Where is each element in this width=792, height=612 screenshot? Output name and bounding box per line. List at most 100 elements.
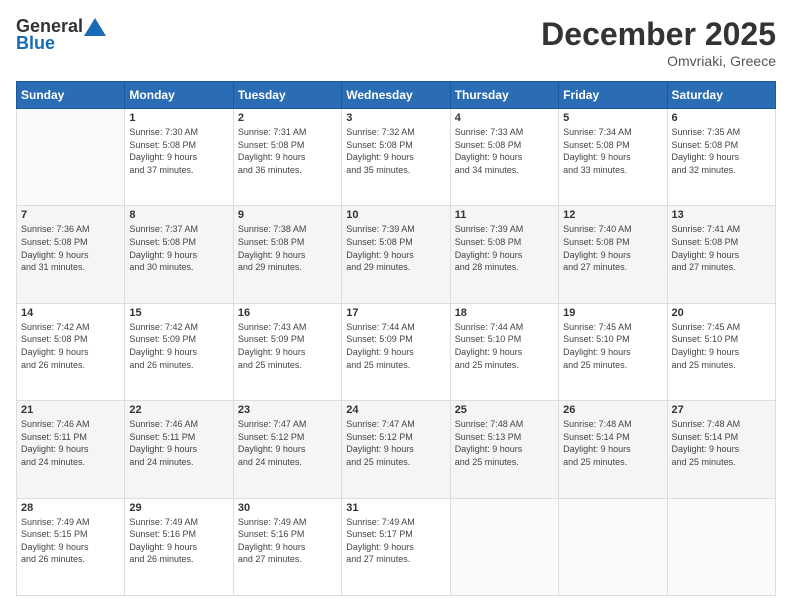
calendar-cell: 24 Sunrise: 7:47 AM Sunset: 5:12 PM Dayli… [342, 401, 450, 498]
day-info: Sunrise: 7:48 AM Sunset: 5:14 PM Dayligh… [672, 418, 771, 468]
day-info: Sunrise: 7:30 AM Sunset: 5:08 PM Dayligh… [129, 126, 228, 176]
day-info: Sunrise: 7:49 AM Sunset: 5:16 PM Dayligh… [238, 516, 337, 566]
calendar-header-row: SundayMondayTuesdayWednesdayThursdayFrid… [17, 82, 776, 109]
day-info: Sunrise: 7:45 AM Sunset: 5:10 PM Dayligh… [672, 321, 771, 371]
day-number: 25 [455, 404, 554, 416]
calendar-cell [559, 498, 667, 595]
calendar-cell: 31 Sunrise: 7:49 AM Sunset: 5:17 PM Dayli… [342, 498, 450, 595]
day-number: 27 [672, 404, 771, 416]
logo: General Blue [16, 16, 107, 54]
day-number: 7 [21, 209, 120, 221]
calendar-cell: 17 Sunrise: 7:44 AM Sunset: 5:09 PM Dayli… [342, 303, 450, 400]
calendar-week-row: 7 Sunrise: 7:36 AM Sunset: 5:08 PM Daylig… [17, 206, 776, 303]
calendar-week-row: 1 Sunrise: 7:30 AM Sunset: 5:08 PM Daylig… [17, 109, 776, 206]
day-number: 28 [21, 502, 120, 514]
calendar-day-header: Tuesday [233, 82, 341, 109]
calendar-week-row: 28Sunrise: 7:49 AM Sunset: 5:15 PM Dayli… [17, 498, 776, 595]
day-number: 31 [346, 502, 445, 514]
calendar-cell: 4 Sunrise: 7:33 AM Sunset: 5:08 PM Daylig… [450, 109, 558, 206]
day-info: Sunrise: 7:48 AM Sunset: 5:13 PM Dayligh… [455, 418, 554, 468]
calendar-cell [667, 498, 775, 595]
calendar-day-header: Thursday [450, 82, 558, 109]
day-number: 18 [455, 307, 554, 319]
day-number: 11 [455, 209, 554, 221]
logo-blue: Blue [16, 33, 55, 54]
calendar-cell: 23Sunrise: 7:47 AM Sunset: 5:12 PM Dayli… [233, 401, 341, 498]
day-info: Sunrise: 7:39 AM Sunset: 5:08 PM Dayligh… [346, 223, 445, 273]
day-info: Sunrise: 7:37 AM Sunset: 5:08 PM Dayligh… [129, 223, 228, 273]
day-number: 6 [672, 112, 771, 124]
calendar-cell: 10 Sunrise: 7:39 AM Sunset: 5:08 PM Dayli… [342, 206, 450, 303]
calendar-cell: 28Sunrise: 7:49 AM Sunset: 5:15 PM Dayli… [17, 498, 125, 595]
day-info: Sunrise: 7:40 AM Sunset: 5:08 PM Dayligh… [563, 223, 662, 273]
calendar-day-header: Monday [125, 82, 233, 109]
day-number: 10 [346, 209, 445, 221]
day-info: Sunrise: 7:32 AM Sunset: 5:08 PM Dayligh… [346, 126, 445, 176]
calendar-cell: 3Sunrise: 7:32 AM Sunset: 5:08 PM Daylig… [342, 109, 450, 206]
day-number: 26 [563, 404, 662, 416]
day-number: 24 [346, 404, 445, 416]
calendar-day-header: Sunday [17, 82, 125, 109]
day-number: 15 [129, 307, 228, 319]
day-number: 12 [563, 209, 662, 221]
day-info: Sunrise: 7:46 AM Sunset: 5:11 PM Dayligh… [129, 418, 228, 468]
calendar-cell: 11 Sunrise: 7:39 AM Sunset: 5:08 PM Dayli… [450, 206, 558, 303]
day-info: Sunrise: 7:49 AM Sunset: 5:17 PM Dayligh… [346, 516, 445, 566]
day-number: 2 [238, 112, 337, 124]
logo-icon [84, 18, 106, 36]
day-number: 8 [129, 209, 228, 221]
calendar-week-row: 21 Sunrise: 7:46 AM Sunset: 5:11 PM Dayli… [17, 401, 776, 498]
day-number: 20 [672, 307, 771, 319]
calendar-cell: 22 Sunrise: 7:46 AM Sunset: 5:11 PM Dayli… [125, 401, 233, 498]
day-number: 17 [346, 307, 445, 319]
calendar-cell: 18 Sunrise: 7:44 AM Sunset: 5:10 PM Dayli… [450, 303, 558, 400]
day-info: Sunrise: 7:31 AM Sunset: 5:08 PM Dayligh… [238, 126, 337, 176]
day-info: Sunrise: 7:46 AM Sunset: 5:11 PM Dayligh… [21, 418, 120, 468]
calendar-cell: 7 Sunrise: 7:36 AM Sunset: 5:08 PM Daylig… [17, 206, 125, 303]
calendar-cell: 26 Sunrise: 7:48 AM Sunset: 5:14 PM Dayli… [559, 401, 667, 498]
calendar-cell: 2 Sunrise: 7:31 AM Sunset: 5:08 PM Daylig… [233, 109, 341, 206]
day-number: 16 [238, 307, 337, 319]
day-number: 22 [129, 404, 228, 416]
calendar-cell: 29Sunrise: 7:49 AM Sunset: 5:16 PM Dayli… [125, 498, 233, 595]
calendar-cell: 25 Sunrise: 7:48 AM Sunset: 5:13 PM Dayli… [450, 401, 558, 498]
day-info: Sunrise: 7:38 AM Sunset: 5:08 PM Dayligh… [238, 223, 337, 273]
day-info: Sunrise: 7:42 AM Sunset: 5:09 PM Dayligh… [129, 321, 228, 371]
calendar-cell: 16 Sunrise: 7:43 AM Sunset: 5:09 PM Dayli… [233, 303, 341, 400]
day-info: Sunrise: 7:36 AM Sunset: 5:08 PM Dayligh… [21, 223, 120, 273]
day-number: 4 [455, 112, 554, 124]
day-number: 21 [21, 404, 120, 416]
calendar-table: SundayMondayTuesdayWednesdayThursdayFrid… [16, 81, 776, 596]
calendar-cell [17, 109, 125, 206]
title-section: December 2025 Omvriaki, Greece [541, 16, 776, 69]
calendar-cell: 13 Sunrise: 7:41 AM Sunset: 5:08 PM Dayli… [667, 206, 775, 303]
day-info: Sunrise: 7:34 AM Sunset: 5:08 PM Dayligh… [563, 126, 662, 176]
calendar-week-row: 14Sunrise: 7:42 AM Sunset: 5:08 PM Dayli… [17, 303, 776, 400]
day-number: 5 [563, 112, 662, 124]
day-number: 14 [21, 307, 120, 319]
day-info: Sunrise: 7:39 AM Sunset: 5:08 PM Dayligh… [455, 223, 554, 273]
calendar-cell: 21 Sunrise: 7:46 AM Sunset: 5:11 PM Dayli… [17, 401, 125, 498]
location: Omvriaki, Greece [541, 53, 776, 69]
calendar-cell: 14Sunrise: 7:42 AM Sunset: 5:08 PM Dayli… [17, 303, 125, 400]
calendar-cell [450, 498, 558, 595]
calendar-cell: 1 Sunrise: 7:30 AM Sunset: 5:08 PM Daylig… [125, 109, 233, 206]
calendar-day-header: Saturday [667, 82, 775, 109]
page: General Blue December 2025 Omvriaki, Gre… [0, 0, 792, 612]
day-info: Sunrise: 7:44 AM Sunset: 5:10 PM Dayligh… [455, 321, 554, 371]
day-info: Sunrise: 7:47 AM Sunset: 5:12 PM Dayligh… [238, 418, 337, 468]
calendar-cell: 8 Sunrise: 7:37 AM Sunset: 5:08 PM Daylig… [125, 206, 233, 303]
day-info: Sunrise: 7:45 AM Sunset: 5:10 PM Dayligh… [563, 321, 662, 371]
day-info: Sunrise: 7:33 AM Sunset: 5:08 PM Dayligh… [455, 126, 554, 176]
day-info: Sunrise: 7:43 AM Sunset: 5:09 PM Dayligh… [238, 321, 337, 371]
calendar-cell: 20 Sunrise: 7:45 AM Sunset: 5:10 PM Dayli… [667, 303, 775, 400]
day-info: Sunrise: 7:48 AM Sunset: 5:14 PM Dayligh… [563, 418, 662, 468]
day-info: Sunrise: 7:47 AM Sunset: 5:12 PM Dayligh… [346, 418, 445, 468]
calendar-cell: 15 Sunrise: 7:42 AM Sunset: 5:09 PM Dayli… [125, 303, 233, 400]
day-number: 9 [238, 209, 337, 221]
day-info: Sunrise: 7:44 AM Sunset: 5:09 PM Dayligh… [346, 321, 445, 371]
day-number: 1 [129, 112, 228, 124]
day-number: 13 [672, 209, 771, 221]
day-number: 30 [238, 502, 337, 514]
day-info: Sunrise: 7:41 AM Sunset: 5:08 PM Dayligh… [672, 223, 771, 273]
